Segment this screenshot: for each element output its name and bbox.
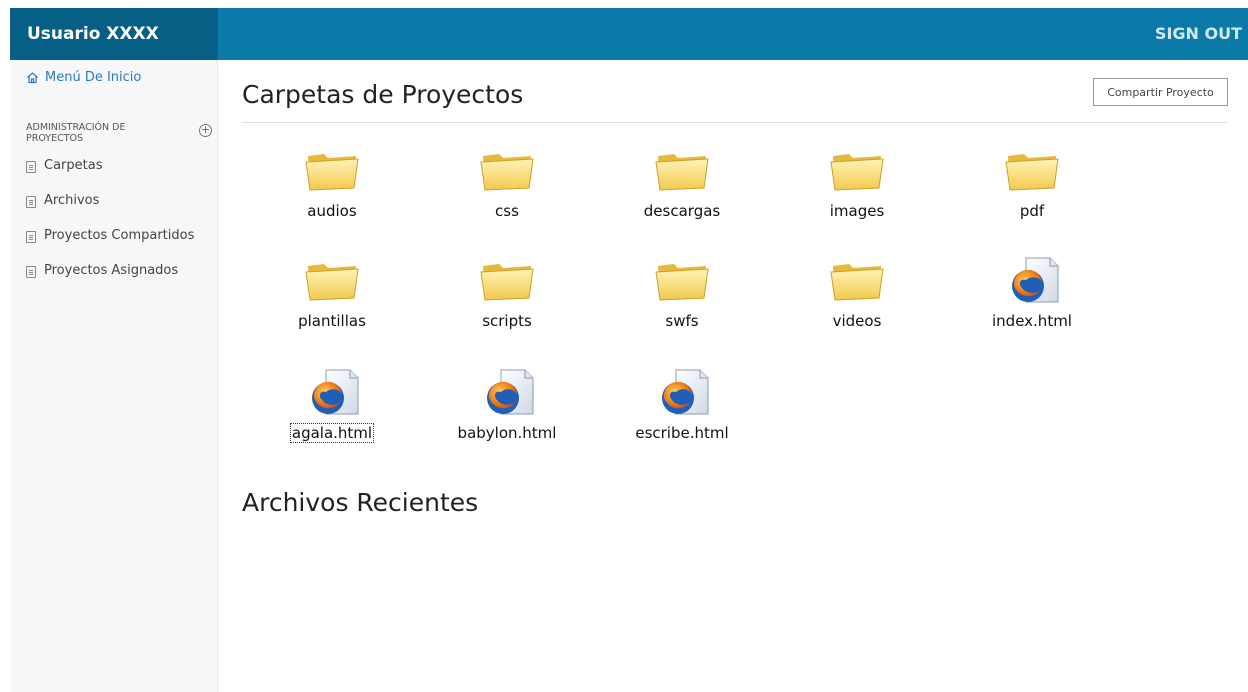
folder-tile[interactable]: swfs [622,256,742,356]
document-icon [26,266,36,278]
firefox-html-file-icon [302,368,362,416]
folder-icon [827,146,887,194]
file-label: videos [832,312,882,330]
folder-icon [827,256,887,304]
file-label: index.html [992,312,1072,330]
recent-files-title: Archivos Recientes [242,488,479,517]
sidebar-item-label: Proyectos Asignados [44,263,179,278]
file-label-text: agala.html [289,423,375,443]
folder-tile[interactable]: css [447,146,567,246]
sidebar-item-home[interactable]: Menú De Inicio [26,70,141,85]
folder-icon [1002,146,1062,194]
file-label: scripts [482,312,532,330]
document-icon [26,161,36,173]
folder-icon [477,146,537,194]
file-label: swfs [665,312,699,330]
file-label: pdf [1019,202,1045,220]
sidebar-list: Carpetas Archivos Proyectos Compartidos … [26,158,194,298]
folder-tile[interactable]: plantillas [272,256,392,356]
folder-tile[interactable]: scripts [447,256,567,356]
html-file-tile[interactable]: babylon.html [447,368,567,468]
firefox-html-file-icon [477,368,537,416]
file-label: descargas [643,202,721,220]
file-label: babylon.html [457,424,557,442]
html-file-tile[interactable]: agala.html [272,368,392,468]
firefox-html-file-icon [1002,256,1062,304]
document-icon [26,196,36,208]
app-window: Usuario XXXX SIGN OUT Menú De Inicio ADM… [10,8,1248,692]
sidebar-item-label: Archivos [44,193,100,208]
folder-tile[interactable]: images [797,146,917,246]
admin-section-title: ADMINISTRACIÓN DE PROYECTOS [26,122,126,144]
home-icon [27,72,38,84]
page-title: Carpetas de Proyectos [242,80,524,109]
divider [242,122,1228,123]
html-file-tile[interactable]: index.html [972,256,1092,356]
document-icon [26,231,36,243]
sidebar-item-label: Carpetas [44,158,103,173]
file-label: css [495,202,519,220]
file-label: plantillas [298,312,366,330]
folder-icon [652,146,712,194]
sidebar-item-label: Proyectos Compartidos [44,228,195,243]
folder-icon [302,146,362,194]
sign-out-link[interactable]: SIGN OUT [1155,8,1248,60]
share-project-button[interactable]: Compartir Proyecto [1093,78,1228,106]
folder-tile[interactable]: pdf [972,146,1092,246]
file-label: escribe.html [635,424,729,442]
top-bar: Usuario XXXX SIGN OUT [10,8,1248,60]
folder-icon [477,256,537,304]
folder-tile[interactable]: descargas [622,146,742,246]
html-file-tile[interactable]: escribe.html [622,368,742,468]
sidebar-item-proyectos-asignados[interactable]: Proyectos Asignados [26,263,194,298]
folder-icon [302,256,362,304]
folder-tile[interactable]: videos [797,256,917,356]
file-label: audios [307,202,357,220]
expand-plus-icon[interactable]: + [199,124,212,137]
sidebar-item-proyectos-compartidos[interactable]: Proyectos Compartidos [26,228,194,263]
sidebar: Menú De Inicio ADMINISTRACIÓN DE PROYECT… [10,60,218,692]
file-label: images [829,202,885,220]
folder-icon [652,256,712,304]
firefox-html-file-icon [652,368,712,416]
sidebar-item-carpetas[interactable]: Carpetas [26,158,194,193]
user-name: Usuario XXXX [10,8,218,60]
sidebar-item-archivos[interactable]: Archivos [26,193,194,228]
admin-section: ADMINISTRACIÓN DE PROYECTOS + [26,122,212,144]
folder-tile[interactable]: audios [272,146,392,246]
file-label: agala.html [272,423,392,443]
sidebar-item-home-label: Menú De Inicio [45,70,142,85]
